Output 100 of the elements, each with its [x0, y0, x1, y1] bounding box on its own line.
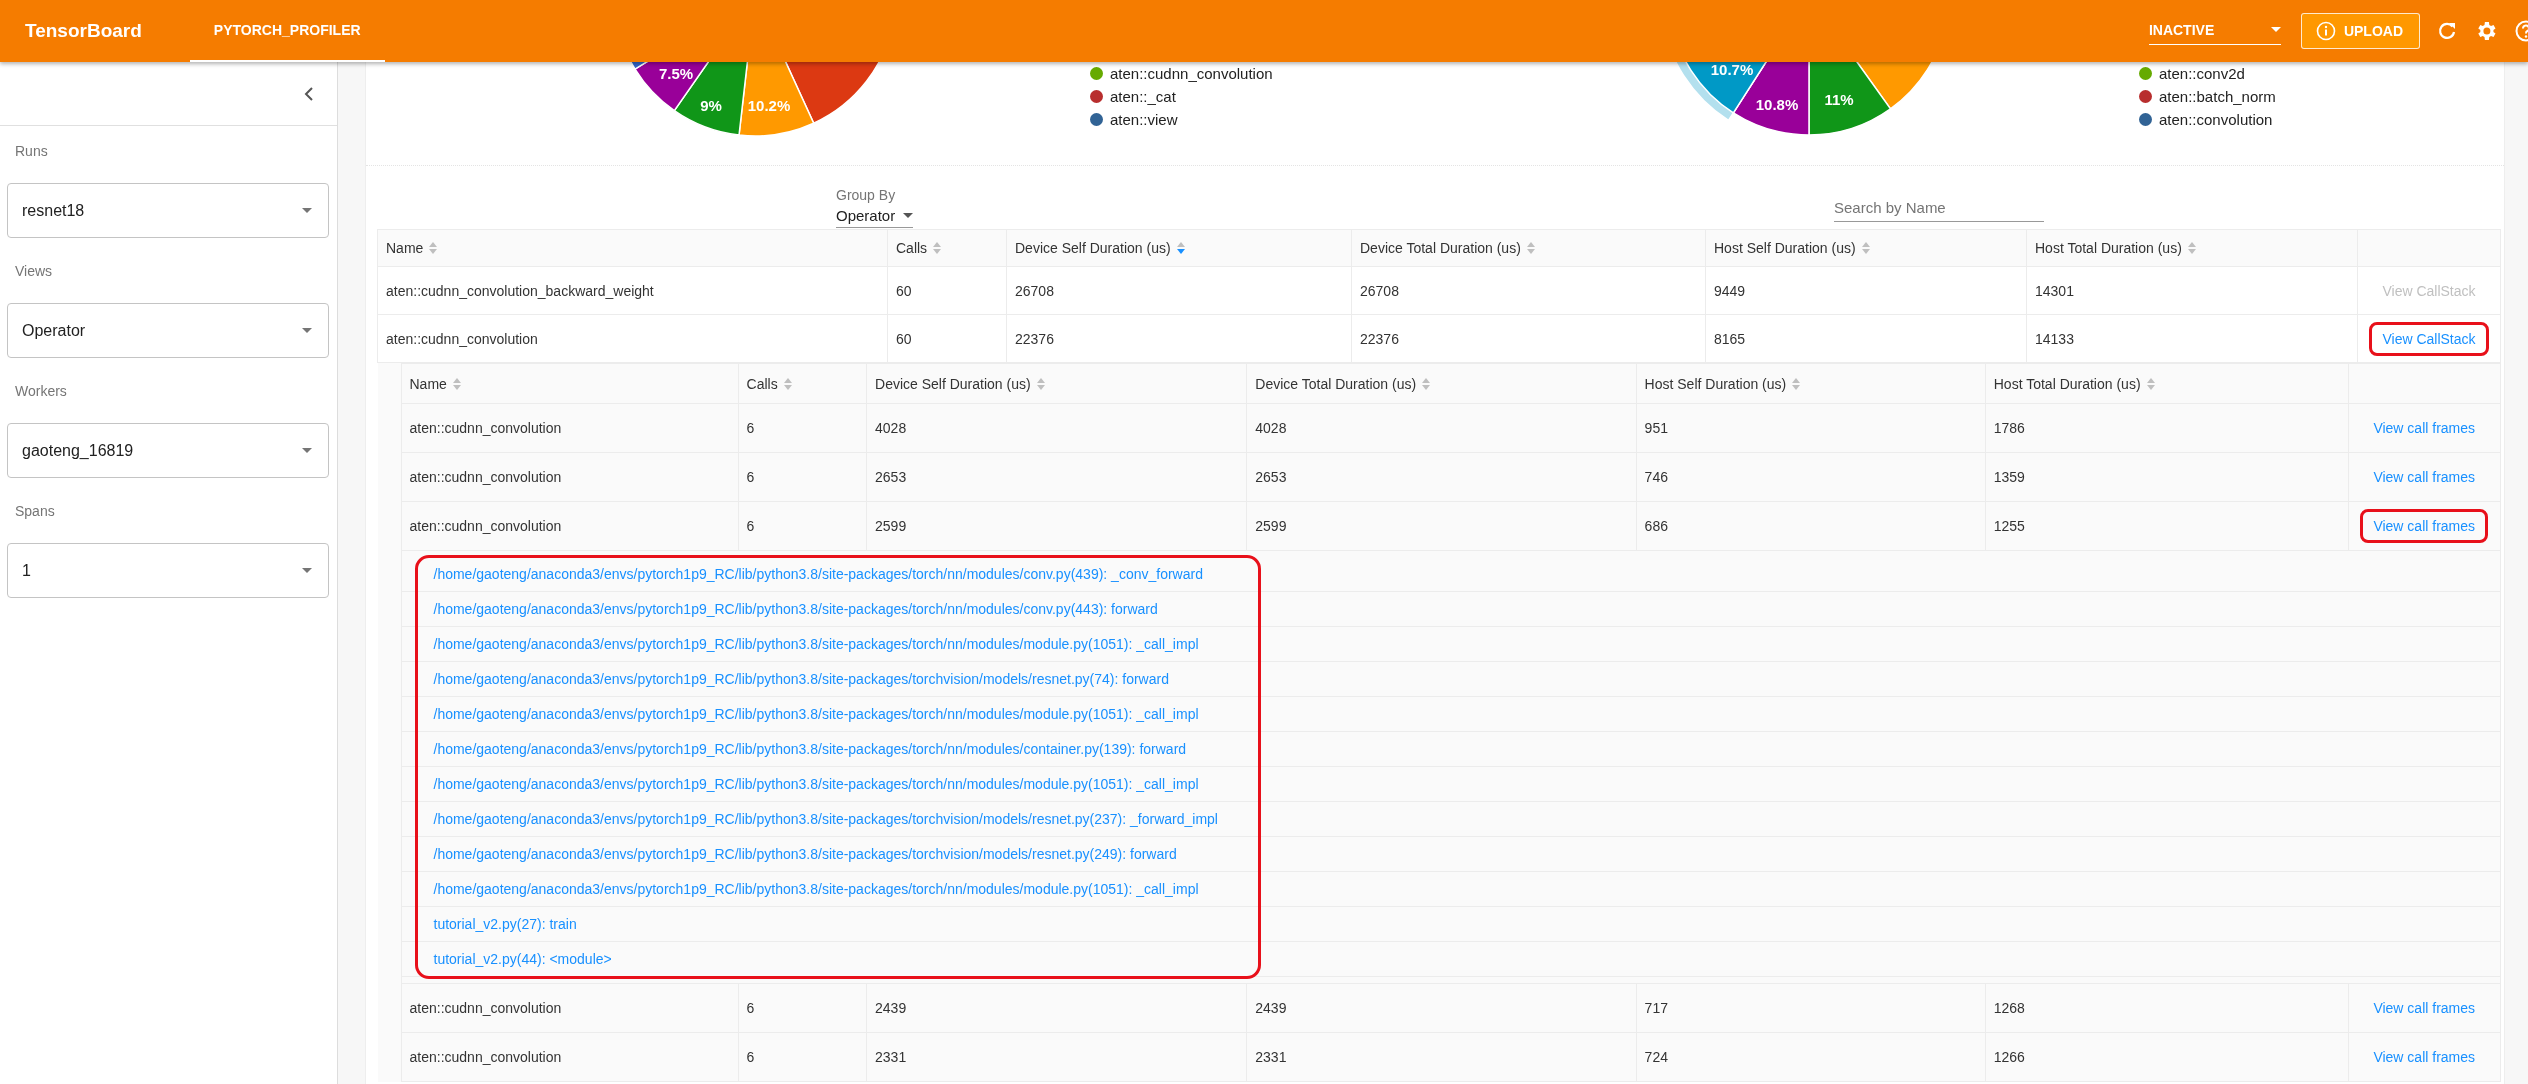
table-cell: 4028 — [1246, 403, 1637, 453]
table-cell: 6 — [738, 1032, 867, 1082]
call-frame-link[interactable]: tutorial_v2.py(44): <module> — [433, 951, 612, 967]
table-cell: 22376 — [1006, 314, 1352, 363]
call-frame-link[interactable]: /home/gaoteng/anaconda3/envs/pytorch1p9_RC/lib/python3.8/site-packages/torch/nn/modules/module.py(1051): _call_impl — [433, 706, 1199, 722]
group-by-label: Group By — [836, 187, 897, 203]
sort-icon[interactable] — [429, 242, 438, 254]
sort-icon[interactable] — [1792, 377, 1801, 390]
table-cell: 26708 — [1351, 266, 1706, 315]
table-cell: aten::cudnn_convolution — [401, 403, 739, 453]
percent-label: 7.5% — [658, 65, 694, 82]
table-cell: aten::cudnn_convolution — [401, 452, 739, 502]
sort-icon[interactable] — [1861, 242, 1870, 254]
table-cell: 9449 — [1705, 266, 2027, 315]
table-cell: 6 — [738, 983, 867, 1033]
legend-label: aten::_cat — [1110, 88, 1176, 105]
table-cell: 14301 — [2026, 266, 2358, 315]
table-cell: 4028 — [866, 403, 1247, 453]
column-header-label: Device Self Duration (us) — [875, 375, 1031, 392]
column-header-label: Host Self Duration (us) — [1644, 375, 1787, 392]
table-cell: aten::cudnn_convolution_backward_weight — [377, 266, 888, 315]
select-field[interactable]: Operator — [7, 303, 329, 358]
table-cell: 951 — [1636, 403, 1986, 453]
chevron-left-icon[interactable] — [303, 85, 315, 102]
column-header-label: Device Self Duration (us) — [1015, 240, 1171, 256]
call-frame-link[interactable]: /home/gaoteng/anaconda3/envs/pytorch1p9_RC/lib/python3.8/site-packages/torchvision/models/resnet.py(249): forward — [433, 846, 1177, 862]
select-field[interactable]: 1 — [7, 543, 329, 598]
column-header-label: Device Total Duration (us) — [1360, 240, 1521, 256]
column-header-label: Host Self Duration (us) — [1714, 240, 1856, 256]
table-cell: 1266 — [1985, 1032, 2349, 1082]
field-label: Workers — [14, 382, 68, 401]
table-cell: aten::cudnn_convolution — [401, 1032, 739, 1082]
call-frame-link[interactable]: tutorial_v2.py(27): train — [433, 916, 577, 932]
call-frame-link[interactable]: /home/gaoteng/anaconda3/envs/pytorch1p9_RC/lib/python3.8/site-packages/torchvision/models/resnet.py(74): forward — [433, 671, 1169, 687]
table-cell: 6 — [738, 403, 867, 453]
table-cell: 717 — [1636, 983, 1986, 1033]
table-cell: aten::cudnn_convolution — [377, 314, 888, 363]
call-frame-link[interactable]: /home/gaoteng/anaconda3/envs/pytorch1p9_RC/lib/python3.8/site-packages/torch/nn/modules/conv.py(439): _conv_forward — [433, 566, 1203, 582]
group-by-select[interactable]: Operator — [836, 207, 914, 228]
sort-icon[interactable] — [2146, 377, 2155, 390]
table-cell: 2653 — [1246, 452, 1637, 502]
percent-label: 10.2% — [747, 97, 791, 114]
table-cell: 2331 — [1246, 1032, 1637, 1082]
column-header-label: Calls — [896, 240, 928, 256]
column-header-label: Device Total Duration (us) — [1255, 375, 1417, 392]
sort-icon[interactable] — [1526, 242, 1535, 254]
table-cell: 2599 — [1246, 501, 1637, 551]
table-cell: 60 — [887, 314, 1007, 363]
table-cell: 1359 — [1985, 452, 2349, 502]
status-select[interactable]: INACTIVE — [2148, 17, 2281, 45]
sort-icon[interactable] — [1422, 377, 1431, 390]
percent-label: 11% — [1824, 91, 1854, 108]
table-cell: 724 — [1636, 1032, 1986, 1082]
table-cell: 60 — [887, 266, 1007, 315]
sort-icon[interactable] — [933, 242, 942, 254]
sort-icon[interactable] — [783, 377, 792, 390]
percent-label: 10.8% — [1755, 96, 1799, 113]
select-field[interactable]: gaoteng_16819 — [7, 423, 329, 478]
table-cell: 746 — [1636, 452, 1986, 502]
column-header-label: Host Total Duration (us) — [1993, 375, 2141, 392]
table-cell: 6 — [738, 501, 867, 551]
field-label: Runs — [14, 142, 49, 161]
table-cell: 1786 — [1985, 403, 2349, 453]
table-cell: 1255 — [1985, 501, 2349, 551]
field-label: Views — [14, 262, 54, 281]
table-cell: 8165 — [1705, 314, 2027, 363]
upload-button[interactable]: UPLOAD — [2300, 13, 2420, 49]
call-frame-link[interactable]: /home/gaoteng/anaconda3/envs/pytorch1p9_RC/lib/python3.8/site-packages/torchvision/models/resnet.py(237): _forward_impl — [433, 811, 1218, 827]
percent-label: 9% — [700, 97, 722, 114]
call-frame-link[interactable]: /home/gaoteng/anaconda3/envs/pytorch1p9_RC/lib/python3.8/site-packages/torch/nn/modules/module.py(1051): _call_impl — [433, 776, 1199, 792]
call-frame-link[interactable]: /home/gaoteng/anaconda3/envs/pytorch1p9_RC/lib/python3.8/site-packages/torch/nn/modules/module.py(1051): _call_impl — [433, 636, 1199, 652]
table-cell: 14133 — [2026, 314, 2358, 363]
table-cell: 22376 — [1351, 314, 1706, 363]
table-cell: 2653 — [866, 452, 1247, 502]
table-cell: 2439 — [866, 983, 1247, 1033]
select-field[interactable]: resnet18 — [7, 183, 329, 238]
app-title: TensorBoard — [25, 20, 142, 42]
column-header-label: Host Total Duration (us) — [2035, 240, 2182, 256]
column-header-label: Calls — [746, 375, 778, 392]
table-cell: aten::cudnn_convolution — [401, 983, 739, 1033]
call-frame-link[interactable]: /home/gaoteng/anaconda3/envs/pytorch1p9_RC/lib/python3.8/site-packages/torch/nn/modules/conv.py(443): forward — [433, 601, 1158, 617]
refresh-icon[interactable] — [2436, 20, 2458, 42]
legend-label: aten::convolution — [2159, 111, 2273, 128]
call-frame-link[interactable]: /home/gaoteng/anaconda3/envs/pytorch1p9_RC/lib/python3.8/site-packages/torch/nn/modules/container.py(139): forward — [433, 741, 1187, 757]
info-icon — [2315, 21, 2336, 41]
legend-label: aten::cudnn_convolution — [1110, 65, 1273, 82]
column-header-label: Name — [409, 375, 447, 392]
sort-icon[interactable] — [1036, 377, 1045, 390]
legend-label: aten::view — [1110, 111, 1178, 128]
sort-icon[interactable] — [2187, 242, 2196, 254]
sort-icon[interactable] — [452, 377, 461, 390]
table-cell: 686 — [1636, 501, 1986, 551]
call-frame-link[interactable]: /home/gaoteng/anaconda3/envs/pytorch1p9_RC/lib/python3.8/site-packages/torch/nn/modules/module.py(1051): _call_impl — [433, 881, 1199, 897]
table-cell: aten::cudnn_convolution — [401, 501, 739, 551]
table-cell: 26708 — [1006, 266, 1352, 315]
call-stack-link: View CallStack — [2376, 278, 2482, 303]
column-header-label: Name — [386, 240, 424, 256]
legend-label: aten::conv2d — [2159, 65, 2245, 82]
sort-icon[interactable] — [1176, 242, 1185, 254]
table-cell: 2439 — [1246, 983, 1637, 1033]
